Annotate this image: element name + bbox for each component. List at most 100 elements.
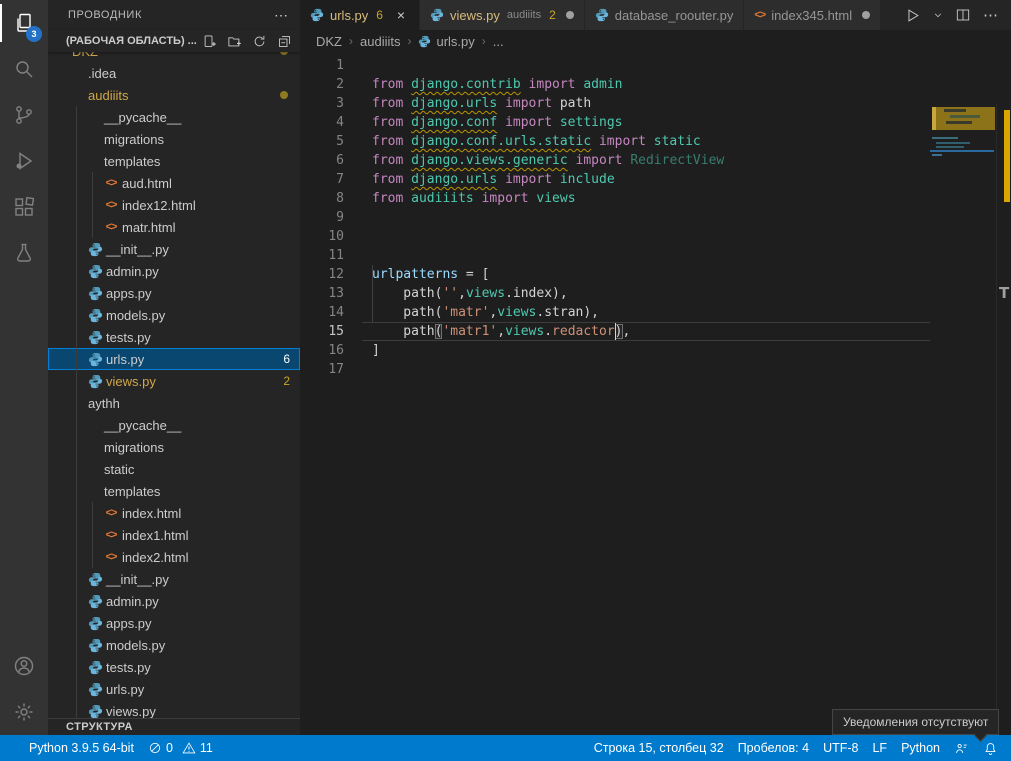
tab-database-roouter-py[interactable]: database_roouter.py xyxy=(585,0,745,30)
tree-file-index12-html[interactable]: <>index12.html xyxy=(48,194,300,216)
code-line-11: 11 xyxy=(300,246,1011,265)
run-button[interactable] xyxy=(904,7,921,24)
code-token: from xyxy=(372,172,403,187)
refresh-icon[interactable] xyxy=(252,34,267,49)
testing-icon[interactable] xyxy=(0,230,48,276)
tree-folder--idea[interactable]: .idea xyxy=(48,62,300,84)
tree-item-label: models.py xyxy=(106,308,165,323)
modified-dot[interactable] xyxy=(862,11,870,19)
minimap-code-mark xyxy=(932,137,958,139)
account-icon[interactable] xyxy=(0,643,48,689)
split-editor-icon[interactable] xyxy=(955,7,971,23)
new-folder-icon[interactable] xyxy=(227,34,242,49)
tab-problems-badge: 2 xyxy=(549,8,556,22)
run-debug-icon[interactable] xyxy=(0,138,48,184)
tab-index345-html[interactable]: <>index345.html xyxy=(744,0,881,30)
tree-file-index1-html[interactable]: <>index1.html xyxy=(48,524,300,546)
outline-section-header[interactable]: СТРУКТУРА xyxy=(48,718,300,735)
code-token: . xyxy=(544,324,552,339)
code-token: from xyxy=(372,77,403,92)
code-token: path( xyxy=(372,286,442,301)
code-line-text: from audiiits import views xyxy=(372,189,576,208)
tree-file-admin-py[interactable]: admin.py xyxy=(48,260,300,282)
breadcrumb-label: audiiits xyxy=(360,34,400,49)
tree-file-models-py[interactable]: models.py xyxy=(48,634,300,656)
workspace-section-header[interactable]: (РАБОЧАЯ ОБЛАСТЬ) ... xyxy=(48,30,300,52)
code-line-text: urlpatterns = [ xyxy=(372,265,489,284)
search-icon[interactable] xyxy=(0,46,48,92)
extensions-icon[interactable] xyxy=(0,184,48,230)
code-token: static xyxy=(654,134,701,149)
tree-folder--pycache-[interactable]: __pycache__ xyxy=(48,414,300,436)
html-file-icon: <> xyxy=(102,507,120,519)
tree-file-tests-py[interactable]: tests.py xyxy=(48,656,300,678)
status-encoding[interactable]: UTF-8 xyxy=(816,741,865,755)
run-dropdown-chevron-icon[interactable] xyxy=(933,10,943,20)
tree-file-urls-py[interactable]: urls.py6 xyxy=(48,348,300,370)
tree-file-views-py[interactable]: views.py2 xyxy=(48,370,300,392)
status-problems[interactable]: 011 xyxy=(141,741,220,755)
status-python-interpreter[interactable]: Python 3.9.5 64-bit xyxy=(22,741,141,755)
status-feedback[interactable] xyxy=(947,741,976,756)
overview-ruler-scrollbar[interactable]: T xyxy=(996,104,1011,735)
explorer-icon[interactable]: 3 xyxy=(0,0,48,46)
tree-file-tests-py[interactable]: tests.py xyxy=(48,326,300,348)
tree-folder-static[interactable]: static xyxy=(48,458,300,480)
code-token: , xyxy=(623,324,631,339)
tab-label: urls.py xyxy=(330,8,368,23)
tree-folder-migrations[interactable]: migrations xyxy=(48,128,300,150)
tree-file-apps-py[interactable]: apps.py xyxy=(48,282,300,304)
tree-folder-aythh[interactable]: aythh xyxy=(48,392,300,414)
tree-file-index2-html[interactable]: <>index2.html xyxy=(48,546,300,568)
status-eol[interactable]: LF xyxy=(865,741,894,755)
tree-item-label: index.html xyxy=(122,506,181,521)
minimap[interactable] xyxy=(930,104,996,735)
tree-file--init-py[interactable]: __init__.py xyxy=(48,238,300,260)
sidebar-more-actions-icon[interactable]: ⋯ xyxy=(274,7,288,24)
tree-file-apps-py[interactable]: apps.py xyxy=(48,612,300,634)
breadcrumb-item[interactable]: urls.py xyxy=(418,34,474,49)
collapse-all-icon[interactable] xyxy=(277,34,292,49)
close-icon[interactable]: × xyxy=(393,7,409,23)
status-language-mode[interactable]: Python xyxy=(894,741,947,755)
python-file-icon xyxy=(86,242,104,257)
tree-file-views-py[interactable]: views.py xyxy=(48,700,300,718)
tree-folder-dkz[interactable]: DKZ xyxy=(48,52,300,62)
tree-folder--pycache-[interactable]: __pycache__ xyxy=(48,106,300,128)
tree-file-aud-html[interactable]: <>aud.html xyxy=(48,172,300,194)
tab-urls-py[interactable]: urls.py6× xyxy=(300,0,420,30)
source-control-icon[interactable] xyxy=(0,92,48,138)
tree-file-models-py[interactable]: models.py xyxy=(48,304,300,326)
html-file-icon: <> xyxy=(106,529,117,541)
tree-folder-templates[interactable]: templates xyxy=(48,480,300,502)
code-line-text: from django.conf import settings xyxy=(372,113,622,132)
tree-folder-migrations[interactable]: migrations xyxy=(48,436,300,458)
chevron-right-icon xyxy=(70,68,86,79)
breadcrumb-item[interactable]: audiiits xyxy=(360,34,400,49)
tab-views-py[interactable]: views.pyaudiiits2 xyxy=(420,0,585,30)
status-indentation[interactable]: Пробелов: 4 xyxy=(731,741,816,755)
modified-dot[interactable] xyxy=(566,11,574,19)
code-token xyxy=(403,96,411,111)
tree-file-index-html[interactable]: <>index.html xyxy=(48,502,300,524)
tree-file--init-py[interactable]: __init__.py xyxy=(48,568,300,590)
tree-file-matr-html[interactable]: <>matr.html xyxy=(48,216,300,238)
settings-icon[interactable] xyxy=(0,689,48,735)
new-file-icon[interactable] xyxy=(202,34,217,49)
breadcrumb-item[interactable]: ... xyxy=(493,34,504,49)
code-line-8: 8from audiiits import views xyxy=(300,189,1011,208)
modified-dot xyxy=(280,52,288,55)
status-notifications-bell[interactable] xyxy=(976,741,1005,756)
status-cursor-position[interactable]: Строка 15, столбец 32 xyxy=(587,741,731,755)
more-actions-icon[interactable]: ⋯ xyxy=(983,6,999,24)
tree-folder-audiiits[interactable]: audiiits xyxy=(48,84,300,106)
code-editor[interactable]: 12from django.contrib import admin3from … xyxy=(300,52,1011,735)
outline-section-label: СТРУКТУРА xyxy=(66,721,133,733)
tree-file-urls-py[interactable]: urls.py xyxy=(48,678,300,700)
tree-file-admin-py[interactable]: admin.py xyxy=(48,590,300,612)
breadcrumb-item[interactable]: DKZ xyxy=(316,34,342,49)
python-file-icon xyxy=(418,35,431,48)
code-token: , xyxy=(458,286,466,301)
tree-folder-templates[interactable]: templates xyxy=(48,150,300,172)
code-token xyxy=(474,191,482,206)
